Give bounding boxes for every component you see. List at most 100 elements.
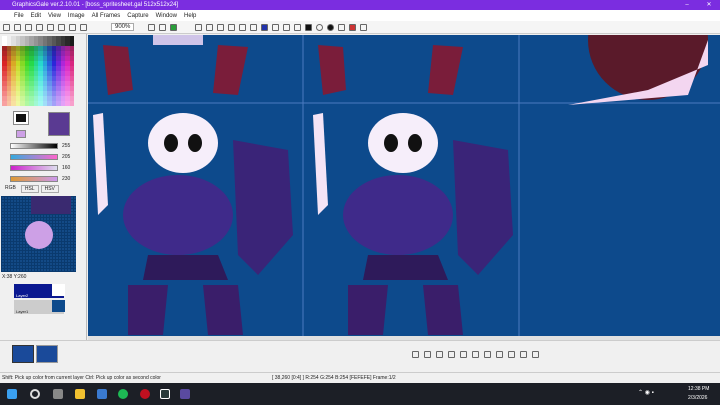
menu-bar: File Edit View Image All Frames Capture …	[0, 10, 720, 21]
preview-window[interactable]	[1, 196, 76, 272]
fill-icon[interactable]	[250, 23, 258, 31]
cursor-coords: X:38 Y:260	[2, 274, 27, 280]
frame-thumbnail-2[interactable]	[36, 345, 58, 363]
menu-help[interactable]: Help	[184, 13, 196, 19]
print-icon[interactable]	[80, 23, 87, 31]
menu-window[interactable]: Window	[156, 13, 177, 19]
spotify-icon[interactable]	[118, 389, 128, 399]
rect-icon[interactable]	[294, 23, 302, 31]
redo-icon[interactable]	[58, 23, 65, 31]
skeleton-sprite-2	[313, 113, 513, 335]
tab-hsl[interactable]: HSL	[20, 185, 39, 193]
layer-name: Layer1	[16, 309, 29, 314]
minimize-button[interactable]: –	[676, 0, 698, 10]
tab-hsv[interactable]: HSV	[40, 185, 59, 193]
pen-icon[interactable]	[261, 23, 269, 31]
clock-time: 12:38 PM	[688, 386, 710, 392]
open-icon[interactable]	[14, 23, 21, 31]
spray-icon[interactable]	[338, 23, 346, 31]
paste-icon[interactable]	[69, 23, 76, 31]
task-view-icon[interactable]	[53, 389, 63, 399]
next-frame-icon[interactable]	[460, 351, 467, 358]
color-palette[interactable]	[2, 36, 74, 106]
file-explorer-icon[interactable]	[75, 389, 85, 399]
alpha-slider[interactable]	[10, 143, 58, 149]
first-frame-icon[interactable]	[508, 351, 515, 358]
close-button[interactable]: ✕	[698, 0, 720, 10]
brush-preview[interactable]	[13, 111, 29, 125]
blue-slider[interactable]	[10, 176, 58, 182]
app-icon-2[interactable]	[160, 389, 170, 399]
frame-copy-icon[interactable]	[436, 351, 443, 358]
save-icon[interactable]	[36, 23, 43, 31]
move-icon[interactable]	[228, 23, 236, 31]
boss-eye-sprite	[568, 35, 708, 105]
menu-capture[interactable]: Capture	[127, 13, 148, 19]
start-icon[interactable]	[7, 389, 17, 399]
menu-image[interactable]: Image	[68, 13, 85, 19]
menu-file[interactable]: File	[14, 13, 24, 19]
drawing-canvas[interactable]	[88, 35, 720, 336]
frame-delete-icon[interactable]	[424, 351, 431, 358]
tab-rgb[interactable]: RGB	[2, 185, 19, 193]
select-tool-icon[interactable]	[206, 23, 214, 31]
left-panel: 255 205 160 230 RGB HSL HSV X:38 Y:260 L…	[0, 34, 87, 372]
stop-icon[interactable]	[532, 351, 539, 358]
layer-thumbnail	[52, 300, 65, 312]
window-title: GraphicsGale ver.2.10.01 - [boss_sprites…	[12, 2, 179, 8]
alpha-value: 255	[62, 143, 71, 149]
opera-icon[interactable]	[140, 389, 150, 399]
prev-frame-icon[interactable]	[448, 351, 455, 358]
green-value: 160	[62, 165, 71, 171]
clock-date: 2/3/2026	[688, 395, 708, 401]
app-icon[interactable]	[97, 389, 107, 399]
red-value: 205	[62, 154, 71, 160]
frame-list-icon[interactable]	[496, 351, 503, 358]
layer-icon[interactable]	[159, 23, 167, 31]
search-icon[interactable]	[30, 389, 40, 399]
graphicsgale-icon[interactable]	[180, 389, 190, 399]
line-icon[interactable]	[283, 23, 291, 31]
palette-swatch[interactable]	[69, 101, 74, 106]
frame-add-icon[interactable]	[412, 351, 419, 358]
ellipse-icon[interactable]	[316, 23, 324, 31]
eyedropper-icon[interactable]	[239, 23, 247, 31]
play-icon[interactable]	[520, 351, 527, 358]
lasso-icon[interactable]	[217, 23, 225, 31]
new-icon[interactable]	[3, 23, 10, 31]
undo-icon[interactable]	[47, 23, 54, 31]
skeleton-sprite-1	[93, 113, 293, 335]
tray-icons[interactable]: ⌃ ◉ ▪	[638, 389, 654, 396]
red-slider[interactable]	[10, 154, 58, 160]
brush-icon[interactable]	[272, 23, 280, 31]
blue-value: 230	[62, 176, 71, 182]
frame-props-icon[interactable]	[472, 351, 479, 358]
filled-ellipse-icon[interactable]	[327, 23, 335, 31]
search-icon[interactable]	[25, 23, 32, 31]
frames-panel	[0, 340, 720, 372]
sprite-top-left	[103, 35, 248, 95]
menu-edit[interactable]: Edit	[31, 13, 41, 19]
green-slider[interactable]	[10, 165, 58, 171]
taskbar: ⌃ ◉ ▪ 12:38 PM 2/3/2026	[0, 383, 720, 405]
filled-rect-icon[interactable]	[305, 23, 313, 31]
primary-color[interactable]	[16, 130, 26, 138]
text-icon[interactable]	[360, 23, 368, 31]
status-bar: Shift: Pick up color from current layer …	[0, 372, 720, 383]
color-icon[interactable]	[170, 23, 178, 31]
menu-all-frames[interactable]: All Frames	[92, 13, 121, 19]
toolbar: 900%	[0, 21, 720, 34]
zoom-tool-icon[interactable]	[195, 23, 203, 31]
layer-name: Layer2	[16, 293, 29, 298]
layer-thumbnail	[52, 284, 65, 296]
sprite-sheet	[88, 35, 720, 336]
grid-icon[interactable]	[148, 23, 156, 31]
menu-view[interactable]: View	[48, 13, 61, 19]
zoom-select[interactable]: 900%	[111, 23, 135, 31]
sprite-top-mid	[318, 45, 463, 95]
title-bar: GraphicsGale ver.2.10.01 - [boss_sprites…	[0, 0, 720, 10]
gradient-icon[interactable]	[349, 23, 357, 31]
frame-thumbnail-1[interactable]	[12, 345, 34, 363]
secondary-color[interactable]	[48, 112, 70, 136]
onion-icon[interactable]	[484, 351, 491, 358]
